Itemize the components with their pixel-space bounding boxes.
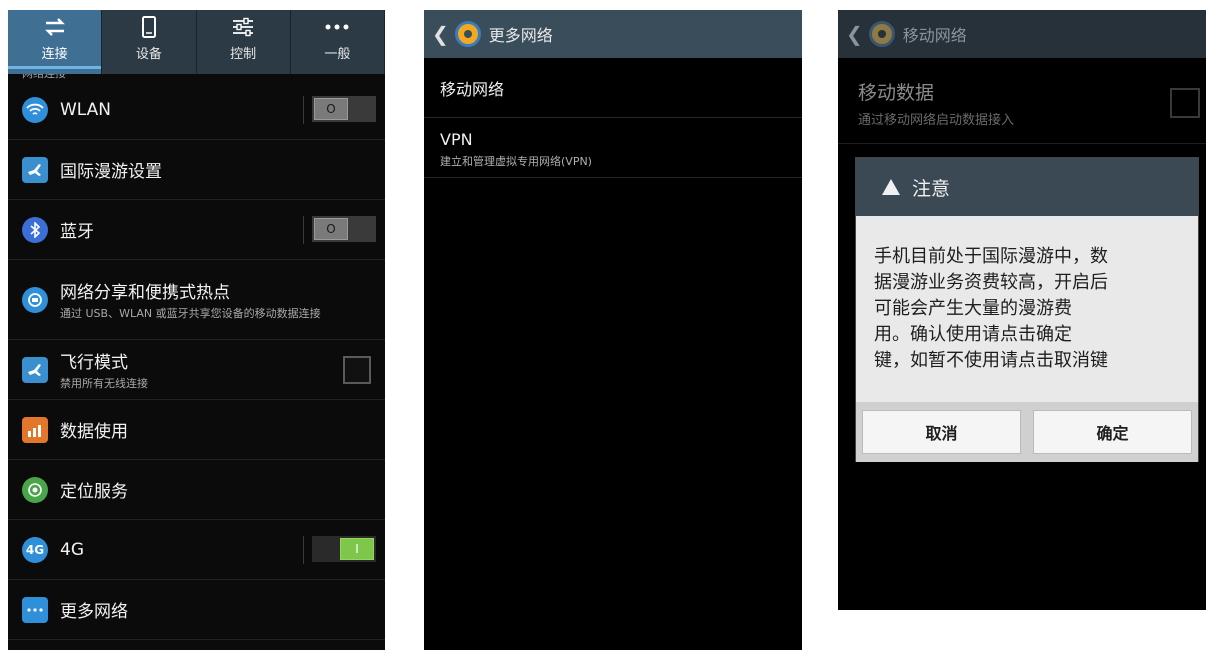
setting-title: 定位服务 (60, 482, 128, 502)
location-target-icon (22, 476, 48, 503)
sliders-icon (231, 15, 255, 39)
dialog-message-line: 手机目前处于国际漫游中，数 (874, 246, 1108, 267)
mobile-networks-screen: ❮ 移动网络 移动数据 通过移动网络启动数据接入 注意 手机目前处于国际漫游中，… (838, 10, 1206, 610)
hotspot-icon (22, 286, 48, 313)
tab-indicator (197, 66, 290, 69)
setting-row-data-usage[interactable]: 数据使用 (8, 400, 385, 460)
tab-label: 一般 (324, 47, 351, 62)
cancel-button[interactable]: 取消 (862, 410, 1021, 454)
warning-triangle-icon (882, 179, 900, 195)
dialog-message-line: 可能会产生大量的漫游费 (874, 298, 1072, 319)
toggle-knob: I (340, 538, 374, 560)
action-bar: ❮ 移动网络 (838, 10, 1206, 58)
setting-row-4g[interactable]: 4G 4G I (8, 520, 385, 580)
toggle-knob: O (314, 98, 348, 120)
page-title: 更多网络 (488, 26, 553, 45)
tab-connections[interactable]: 连接 (8, 10, 103, 74)
bluetooth-toggle[interactable]: O (303, 216, 376, 244)
setting-row-location[interactable]: 定位服务 (8, 460, 385, 520)
4g-icon: 4G (22, 536, 48, 563)
setting-title: 网络分享和便携式热点 (60, 283, 230, 303)
more-dots-icon (324, 15, 350, 39)
setting-title: 更多网络 (60, 602, 128, 622)
wlan-toggle[interactable]: O (303, 96, 376, 124)
dialog-message: 手机目前处于国际漫游中，数 据漫游业务资费较高，开启后 可能会产生大量的漫游费 … (856, 216, 1198, 402)
item-title: 移动网络 (440, 79, 505, 99)
tab-label: 连接 (41, 47, 68, 62)
roaming-plane-icon (22, 156, 48, 183)
dialog-message-line: 键，如暂不使用请点击取消键 (874, 350, 1108, 371)
roaming-warning-dialog: 注意 手机目前处于国际漫游中，数 据漫游业务资费较高，开启后 可能会产生大量的漫… (855, 157, 1199, 462)
tab-label: 设备 (135, 47, 162, 62)
dialog-message-line: 用。确认使用请点击确定 (874, 324, 1072, 345)
airplane-icon (22, 356, 48, 383)
setting-title: 蓝牙 (60, 222, 94, 242)
toggle-knob: O (314, 218, 348, 240)
data-usage-chart-icon (22, 416, 48, 443)
tab-indicator (102, 66, 195, 69)
item-subtitle: 建立和管理虚拟专用网络(VPN) (440, 155, 592, 168)
setting-subtitle: 通过移动网络启动数据接入 (858, 113, 1015, 128)
setting-row-wlan[interactable]: WLAN O (8, 80, 385, 140)
mobile-data-checkbox[interactable] (1170, 88, 1200, 118)
4g-toggle[interactable]: I (303, 536, 376, 564)
settings-gear-icon[interactable] (868, 21, 895, 47)
setting-row-bluetooth[interactable]: 蓝牙 O (8, 200, 385, 260)
setting-row-airplane[interactable]: 飞行模式 禁用所有无线连接 (8, 340, 385, 400)
setting-row-more-networks[interactable]: 更多网络 (8, 580, 385, 640)
dialog-title: 注意 (912, 177, 951, 200)
setting-row-roaming[interactable]: 国际漫游设置 (8, 140, 385, 200)
tab-indicator (8, 66, 102, 69)
setting-title: 飞行模式 (60, 353, 128, 373)
setting-subtitle: 禁用所有无线连接 (60, 377, 148, 390)
settings-tab-bar: 连接 设备 控制 一般 (8, 10, 385, 74)
action-bar: ❮ 更多网络 (424, 10, 802, 58)
tab-label: 控制 (230, 47, 257, 62)
back-chevron-icon[interactable]: ❮ (846, 22, 863, 46)
settings-connections-screen: 连接 设备 控制 一般 网络连接 WLA (8, 10, 385, 650)
tab-device[interactable]: 设备 (102, 10, 197, 74)
list-item-vpn[interactable]: VPN 建立和管理虚拟专用网络(VPN) (424, 118, 802, 178)
setting-title: 移动数据 (858, 82, 935, 104)
setting-row-mobile-data[interactable]: 移动数据 通过移动网络启动数据接入 (838, 58, 1206, 144)
wifi-icon (22, 96, 48, 123)
item-title: VPN (440, 130, 473, 149)
setting-title: 4G (60, 539, 84, 560)
page-title: 移动网络 (902, 26, 967, 45)
confirm-button[interactable]: 确定 (1033, 410, 1192, 454)
dialog-message-line: 据漫游业务资费较高，开启后 (874, 272, 1108, 293)
dialog-button-bar: 取消 确定 (856, 402, 1198, 462)
swap-arrows-icon (43, 15, 67, 39)
setting-title: 数据使用 (60, 422, 128, 442)
tab-controls[interactable]: 控制 (196, 10, 291, 74)
list-item-mobile-networks[interactable]: 移动网络 (424, 58, 802, 118)
more-networks-screen: ❮ 更多网络 移动网络 VPN 建立和管理虚拟专用网络(VPN) (424, 10, 802, 650)
tab-general[interactable]: 一般 (290, 10, 385, 74)
more-dots-icon (22, 596, 48, 623)
settings-gear-icon[interactable] (454, 21, 481, 47)
setting-subtitle: 通过 USB、WLAN 或蓝牙共享您设备的移动数据连接 (60, 307, 321, 320)
setting-row-tethering[interactable]: 网络分享和便携式热点 通过 USB、WLAN 或蓝牙共享您设备的移动数据连接 (8, 260, 385, 340)
airplane-checkbox[interactable] (343, 356, 371, 384)
setting-title: WLAN (60, 99, 112, 120)
tab-indicator (291, 66, 384, 69)
setting-title: 国际漫游设置 (60, 162, 162, 182)
phone-icon (141, 15, 157, 39)
back-chevron-icon[interactable]: ❮ (432, 22, 449, 46)
bluetooth-icon (22, 216, 48, 243)
dialog-header: 注意 (856, 158, 1198, 216)
